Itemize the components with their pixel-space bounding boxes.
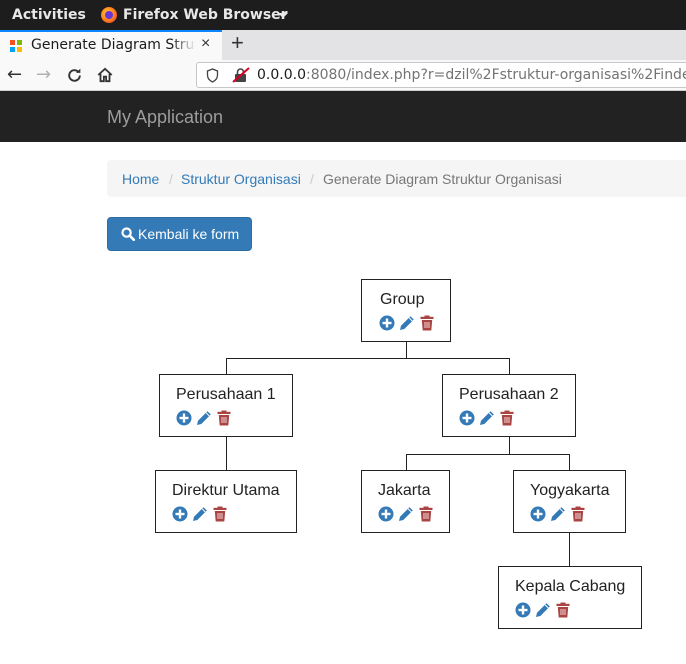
tab-title: Generate Diagram Struktur Organisasi bbox=[31, 37, 196, 53]
back-to-form-button[interactable]: Kembali ke form bbox=[107, 217, 252, 251]
org-node-name: Perusahaan 1 bbox=[176, 386, 276, 403]
app-navbar: My Application bbox=[0, 91, 686, 142]
reload-icon[interactable] bbox=[66, 67, 83, 84]
plus-circle-icon[interactable] bbox=[530, 506, 546, 522]
app-menu-label[interactable]: Firefox Web Browser bbox=[123, 7, 288, 23]
plus-circle-icon[interactable] bbox=[459, 410, 475, 426]
shield-icon[interactable] bbox=[206, 68, 219, 83]
chevron-down-icon[interactable] bbox=[278, 13, 288, 18]
trash-icon[interactable] bbox=[570, 506, 586, 522]
org-node-direktur-utama: Direktur Utama bbox=[155, 470, 297, 533]
connector-line bbox=[406, 342, 407, 358]
connector-line bbox=[226, 358, 227, 374]
connector-line bbox=[509, 437, 510, 454]
connector-line bbox=[226, 437, 227, 470]
org-node-jakarta: Jakarta bbox=[361, 470, 450, 533]
pencil-icon[interactable] bbox=[192, 506, 208, 522]
firefox-icon bbox=[101, 7, 117, 23]
pencil-icon[interactable] bbox=[398, 506, 414, 522]
navigation-toolbar: ← → 0.0.0.0:8080/index.php?r=dzil%2Fstru… bbox=[0, 60, 686, 91]
system-top-bar: Activities Firefox Web Browser bbox=[0, 0, 686, 30]
tab-strip: Generate Diagram Struktur Organisasi × + bbox=[0, 30, 686, 60]
org-node-name: Kepala Cabang bbox=[515, 578, 626, 595]
favicon-icon bbox=[10, 40, 22, 52]
plus-circle-icon[interactable] bbox=[378, 506, 394, 522]
pencil-icon[interactable] bbox=[479, 410, 495, 426]
url-text: 0.0.0.0:8080/index.php?r=dzil%2Fstruktur… bbox=[257, 67, 686, 83]
org-node-perusahaan-2: Perusahaan 2 bbox=[442, 374, 576, 437]
trash-icon[interactable] bbox=[216, 410, 232, 426]
close-tab-icon[interactable]: × bbox=[201, 35, 210, 53]
org-node-name: Direktur Utama bbox=[172, 482, 280, 499]
plus-circle-icon[interactable] bbox=[172, 506, 188, 522]
connector-line bbox=[569, 533, 570, 566]
new-tab-button[interactable]: + bbox=[231, 30, 244, 56]
org-node-kepala-cabang: Kepala Cabang bbox=[498, 566, 642, 629]
connector-line bbox=[406, 454, 570, 455]
activities-button[interactable]: Activities bbox=[12, 7, 86, 23]
org-node-name: Perusahaan 2 bbox=[459, 386, 559, 403]
breadcrumb-home[interactable]: Home bbox=[122, 171, 159, 187]
org-node-name: Group bbox=[380, 291, 425, 308]
trash-icon[interactable] bbox=[418, 506, 434, 522]
org-node-name: Jakarta bbox=[378, 482, 431, 499]
breadcrumb-separator: / bbox=[169, 171, 173, 187]
breadcrumb-separator: / bbox=[310, 171, 314, 187]
app-brand[interactable]: My Application bbox=[107, 107, 223, 128]
back-to-form-label: Kembali ke form bbox=[138, 226, 240, 242]
back-arrow-icon[interactable]: ← bbox=[7, 64, 22, 85]
connector-line bbox=[509, 358, 510, 374]
org-node-group: Group bbox=[361, 279, 451, 342]
plus-circle-icon[interactable] bbox=[515, 602, 531, 618]
breadcrumb-struktur-organisasi[interactable]: Struktur Organisasi bbox=[181, 171, 301, 187]
connector-line bbox=[226, 358, 509, 359]
pencil-icon[interactable] bbox=[196, 410, 212, 426]
trash-icon[interactable] bbox=[555, 602, 571, 618]
home-icon[interactable] bbox=[96, 66, 114, 84]
connector-line bbox=[569, 454, 570, 470]
trash-icon[interactable] bbox=[499, 410, 515, 426]
trash-icon[interactable] bbox=[419, 315, 435, 331]
org-node-perusahaan-1: Perusahaan 1 bbox=[159, 374, 293, 437]
browser-tab[interactable]: Generate Diagram Struktur Organisasi × bbox=[0, 30, 222, 60]
plus-circle-icon[interactable] bbox=[379, 315, 395, 331]
url-bar[interactable]: 0.0.0.0:8080/index.php?r=dzil%2Fstruktur… bbox=[196, 62, 686, 88]
pencil-icon[interactable] bbox=[535, 602, 551, 618]
trash-icon[interactable] bbox=[212, 506, 228, 522]
forward-arrow-icon[interactable]: → bbox=[36, 64, 51, 85]
plus-circle-icon[interactable] bbox=[176, 410, 192, 426]
breadcrumb: Home / Struktur Organisasi / Generate Di… bbox=[107, 160, 686, 197]
connector-line bbox=[406, 454, 407, 470]
insecure-lock-icon[interactable] bbox=[232, 67, 250, 83]
pencil-icon[interactable] bbox=[399, 315, 415, 331]
breadcrumb-current: Generate Diagram Struktur Organisasi bbox=[323, 171, 562, 187]
org-node-name: Yogyakarta bbox=[530, 482, 610, 499]
org-node-yogyakarta: Yogyakarta bbox=[513, 470, 626, 533]
pencil-icon[interactable] bbox=[550, 506, 566, 522]
search-icon bbox=[121, 227, 135, 241]
